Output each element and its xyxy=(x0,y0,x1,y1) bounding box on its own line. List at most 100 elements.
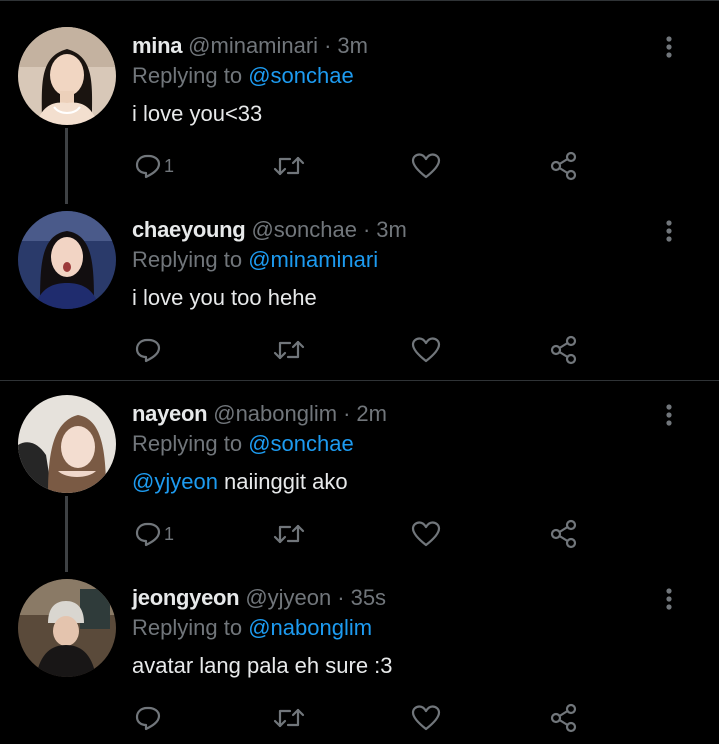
reply-count: 1 xyxy=(164,523,175,544)
like-icon xyxy=(411,705,441,731)
display-name[interactable]: jeongyeon xyxy=(132,585,240,610)
like-button[interactable] xyxy=(411,700,441,736)
share-icon xyxy=(550,703,577,733)
tweet-text: i love you too hehe xyxy=(132,285,317,311)
tweet-body: naiinggit ako xyxy=(217,469,348,494)
more-options-button[interactable] xyxy=(659,402,679,428)
reply-icon xyxy=(135,338,161,363)
reply-icon xyxy=(135,154,161,179)
like-button[interactable] xyxy=(411,332,441,368)
retweet-icon xyxy=(273,340,305,360)
tweet-nayeon[interactable]: nayeon @nabonglim · 2m Replying to @sonchae… xyxy=(0,368,719,572)
reply-button[interactable] xyxy=(134,332,164,368)
replying-to-line: Replying to @nabonglim xyxy=(132,615,372,641)
retweet-icon xyxy=(273,708,305,728)
avatar[interactable] xyxy=(18,395,116,493)
replying-to-line: Replying to @sonchae xyxy=(132,63,354,89)
share-icon xyxy=(550,151,577,181)
reply-button[interactable]: 1 xyxy=(134,148,174,184)
retweet-button[interactable] xyxy=(273,148,305,184)
more-icon xyxy=(666,404,672,426)
tweet-body: i love you too hehe xyxy=(132,285,317,310)
retweet-button[interactable] xyxy=(273,700,305,736)
tweet-body: avatar lang pala eh sure :3 xyxy=(132,653,393,678)
timestamp[interactable]: 35s xyxy=(351,585,386,610)
user-handle[interactable]: @minaminari xyxy=(188,33,318,58)
display-name[interactable]: mina xyxy=(132,33,182,58)
share-icon xyxy=(550,335,577,365)
avatar-photo-icon xyxy=(18,395,116,493)
retweet-button[interactable] xyxy=(273,332,305,368)
replying-to-mention[interactable]: @sonchae xyxy=(248,431,354,456)
like-button[interactable] xyxy=(411,148,441,184)
action-bar: 1 xyxy=(0,516,719,552)
inline-mention-link[interactable]: @yjyeon xyxy=(132,469,218,494)
share-button[interactable] xyxy=(549,700,579,736)
thread-1: mina @minaminari · 3m Replying to @sonchae … xyxy=(0,0,719,380)
tweet-text: i love you<33 xyxy=(132,101,262,127)
avatar-photo-icon xyxy=(18,579,116,677)
replying-to-mention[interactable]: @sonchae xyxy=(248,63,354,88)
tweet-header: chaeyoung @sonchae · 3m xyxy=(132,217,407,243)
reply-button[interactable] xyxy=(134,700,164,736)
user-handle[interactable]: @nabonglim xyxy=(213,401,337,426)
share-button[interactable] xyxy=(549,516,579,552)
separator-dot: · xyxy=(343,401,351,426)
tweet-header: jeongyeon @yjyeon · 35s xyxy=(132,585,386,611)
avatar[interactable] xyxy=(18,579,116,677)
avatar[interactable] xyxy=(18,27,116,125)
share-button[interactable] xyxy=(549,148,579,184)
tweet-header: nayeon @nabonglim · 2m xyxy=(132,401,387,427)
tweet-text: avatar lang pala eh sure :3 xyxy=(132,653,393,679)
tweet-jeongyeon[interactable]: jeongyeon @yjyeon · 35s Replying to @nabong… xyxy=(0,552,719,736)
reply-icon xyxy=(135,706,161,731)
replying-label: Replying to xyxy=(132,431,243,456)
tweet-header: mina @minaminari · 3m xyxy=(132,33,368,59)
more-icon xyxy=(666,588,672,610)
reply-button[interactable]: 1 xyxy=(134,516,174,552)
display-name[interactable]: chaeyoung xyxy=(132,217,246,242)
timestamp[interactable]: 3m xyxy=(337,33,368,58)
like-icon xyxy=(411,153,441,179)
replying-label: Replying to xyxy=(132,63,243,88)
retweet-icon xyxy=(273,156,305,176)
avatar[interactable] xyxy=(18,211,116,309)
more-icon xyxy=(666,36,672,58)
like-icon xyxy=(411,521,441,547)
display-name[interactable]: nayeon xyxy=(132,401,208,426)
timestamp[interactable]: 3m xyxy=(376,217,407,242)
separator-dot: · xyxy=(337,585,345,610)
user-handle[interactable]: @yjyeon xyxy=(245,585,331,610)
replying-label: Replying to xyxy=(132,247,243,272)
like-button[interactable] xyxy=(411,516,441,552)
share-icon xyxy=(550,519,577,549)
reply-icon xyxy=(135,522,161,547)
replying-to-mention[interactable]: @minaminari xyxy=(248,247,378,272)
share-button[interactable] xyxy=(549,332,579,368)
avatar-photo-icon xyxy=(18,27,116,125)
action-bar: 1 xyxy=(0,148,719,184)
action-bar xyxy=(0,332,719,368)
replying-label: Replying to xyxy=(132,615,243,640)
user-handle[interactable]: @sonchae xyxy=(251,217,357,242)
retweet-icon xyxy=(273,524,305,544)
timestamp[interactable]: 2m xyxy=(356,401,387,426)
action-bar xyxy=(0,700,719,736)
tweet-mina[interactable]: mina @minaminari · 3m Replying to @sonchae … xyxy=(0,0,719,204)
more-options-button[interactable] xyxy=(659,34,679,60)
separator-dot: · xyxy=(362,217,371,242)
more-options-button[interactable] xyxy=(659,586,679,612)
avatar-photo-icon xyxy=(18,211,116,309)
more-options-button[interactable] xyxy=(659,218,679,244)
thread-2: nayeon @nabonglim · 2m Replying to @sonchae… xyxy=(0,368,719,744)
replying-to-mention[interactable]: @nabonglim xyxy=(248,615,372,640)
tweet-chaeyoung[interactable]: chaeyoung @sonchae · 3m Replying to @minami… xyxy=(0,184,719,368)
replying-to-line: Replying to @minaminari xyxy=(132,247,378,273)
retweet-button[interactable] xyxy=(273,516,305,552)
reply-count: 1 xyxy=(164,155,175,176)
like-icon xyxy=(411,337,441,363)
tweet-text: @yjyeon naiinggit ako xyxy=(132,469,348,495)
tweet-body: i love you<33 xyxy=(132,101,263,126)
separator-dot: · xyxy=(324,33,332,58)
more-icon xyxy=(666,220,672,242)
